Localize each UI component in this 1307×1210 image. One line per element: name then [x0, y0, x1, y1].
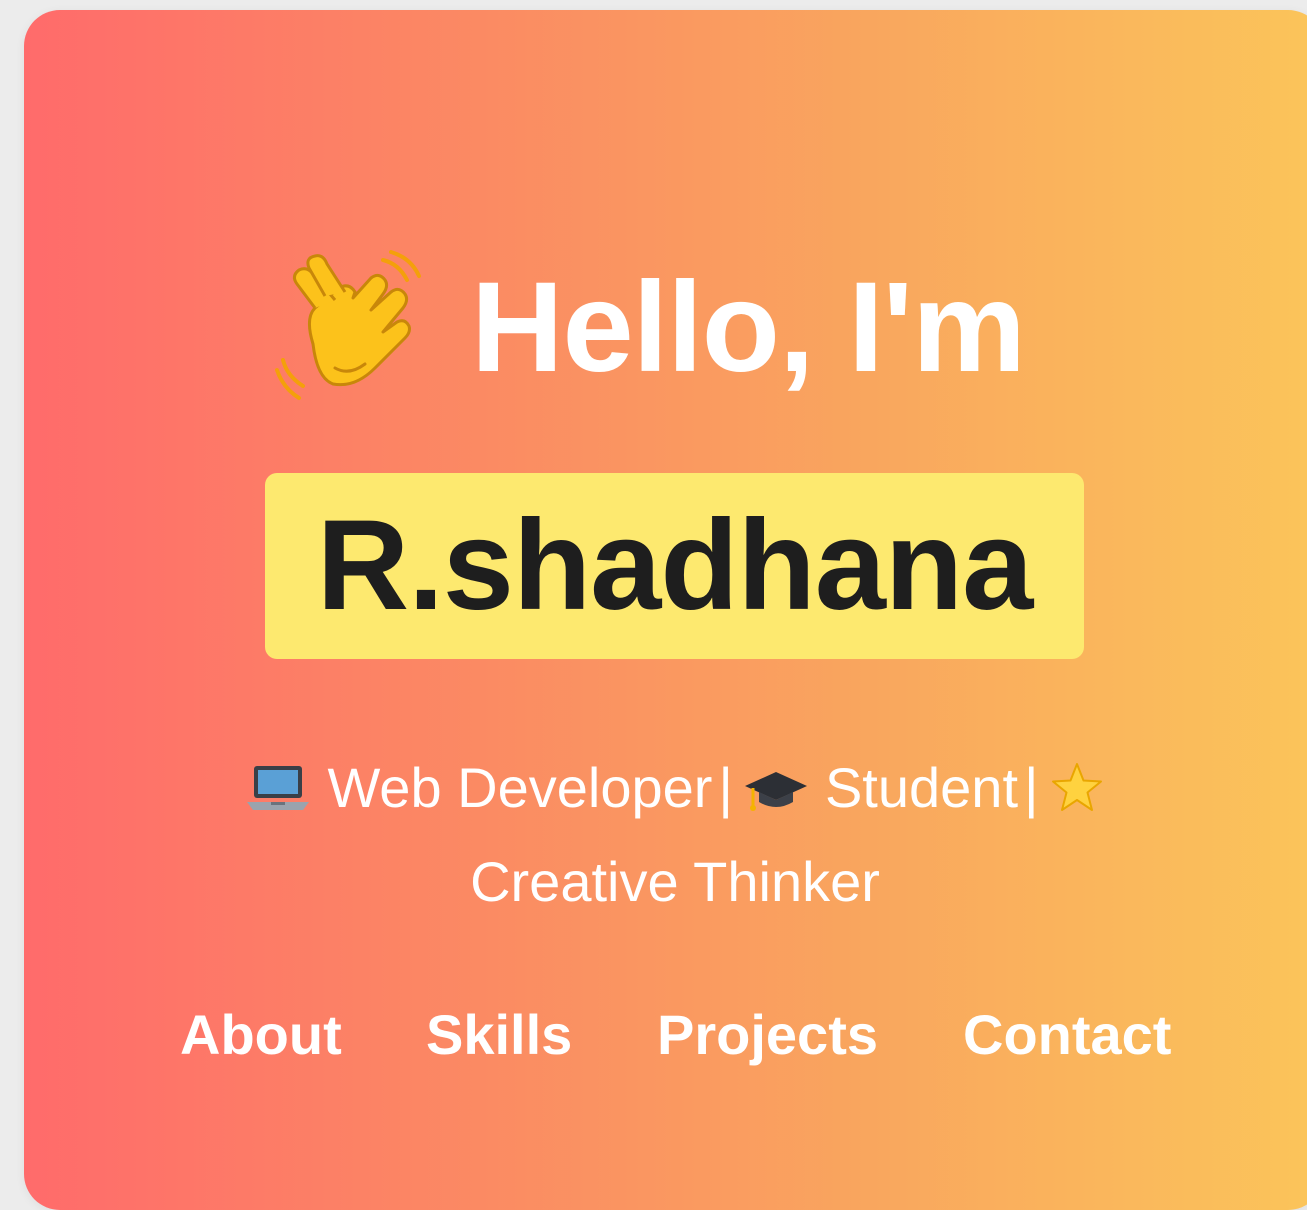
nav-link-contact[interactable]: Contact	[963, 995, 1171, 1075]
nav-link-projects[interactable]: Projects	[657, 995, 878, 1075]
tagline-separator: |	[1024, 756, 1039, 819]
laptop-icon	[247, 766, 310, 810]
waving-hand-icon	[275, 250, 421, 400]
star-icon	[1051, 763, 1102, 811]
profile-name: R.shadhana	[316, 494, 1033, 637]
name-highlight: R.shadhana	[265, 473, 1084, 659]
tagline: Web Developer | Student |	[0, 752, 1307, 824]
tagline-item-label: Creative Thinker	[470, 850, 880, 913]
nav-link-skills[interactable]: Skills	[426, 995, 572, 1075]
tagline-item-label: Web Developer	[327, 756, 713, 819]
tagline-line-2: Creative Thinker	[0, 846, 1307, 918]
greeting-heading: Hello, I'm	[471, 256, 1026, 399]
greeting-row: Hello, I'm	[275, 248, 1026, 408]
nav-link-about[interactable]: About	[180, 995, 342, 1075]
main-nav: About Skills Projects Contact	[0, 995, 1307, 1075]
graduation-cap-icon	[744, 772, 807, 811]
tagline-separator: |	[718, 756, 733, 819]
tagline-item-label: Student	[824, 756, 1018, 819]
